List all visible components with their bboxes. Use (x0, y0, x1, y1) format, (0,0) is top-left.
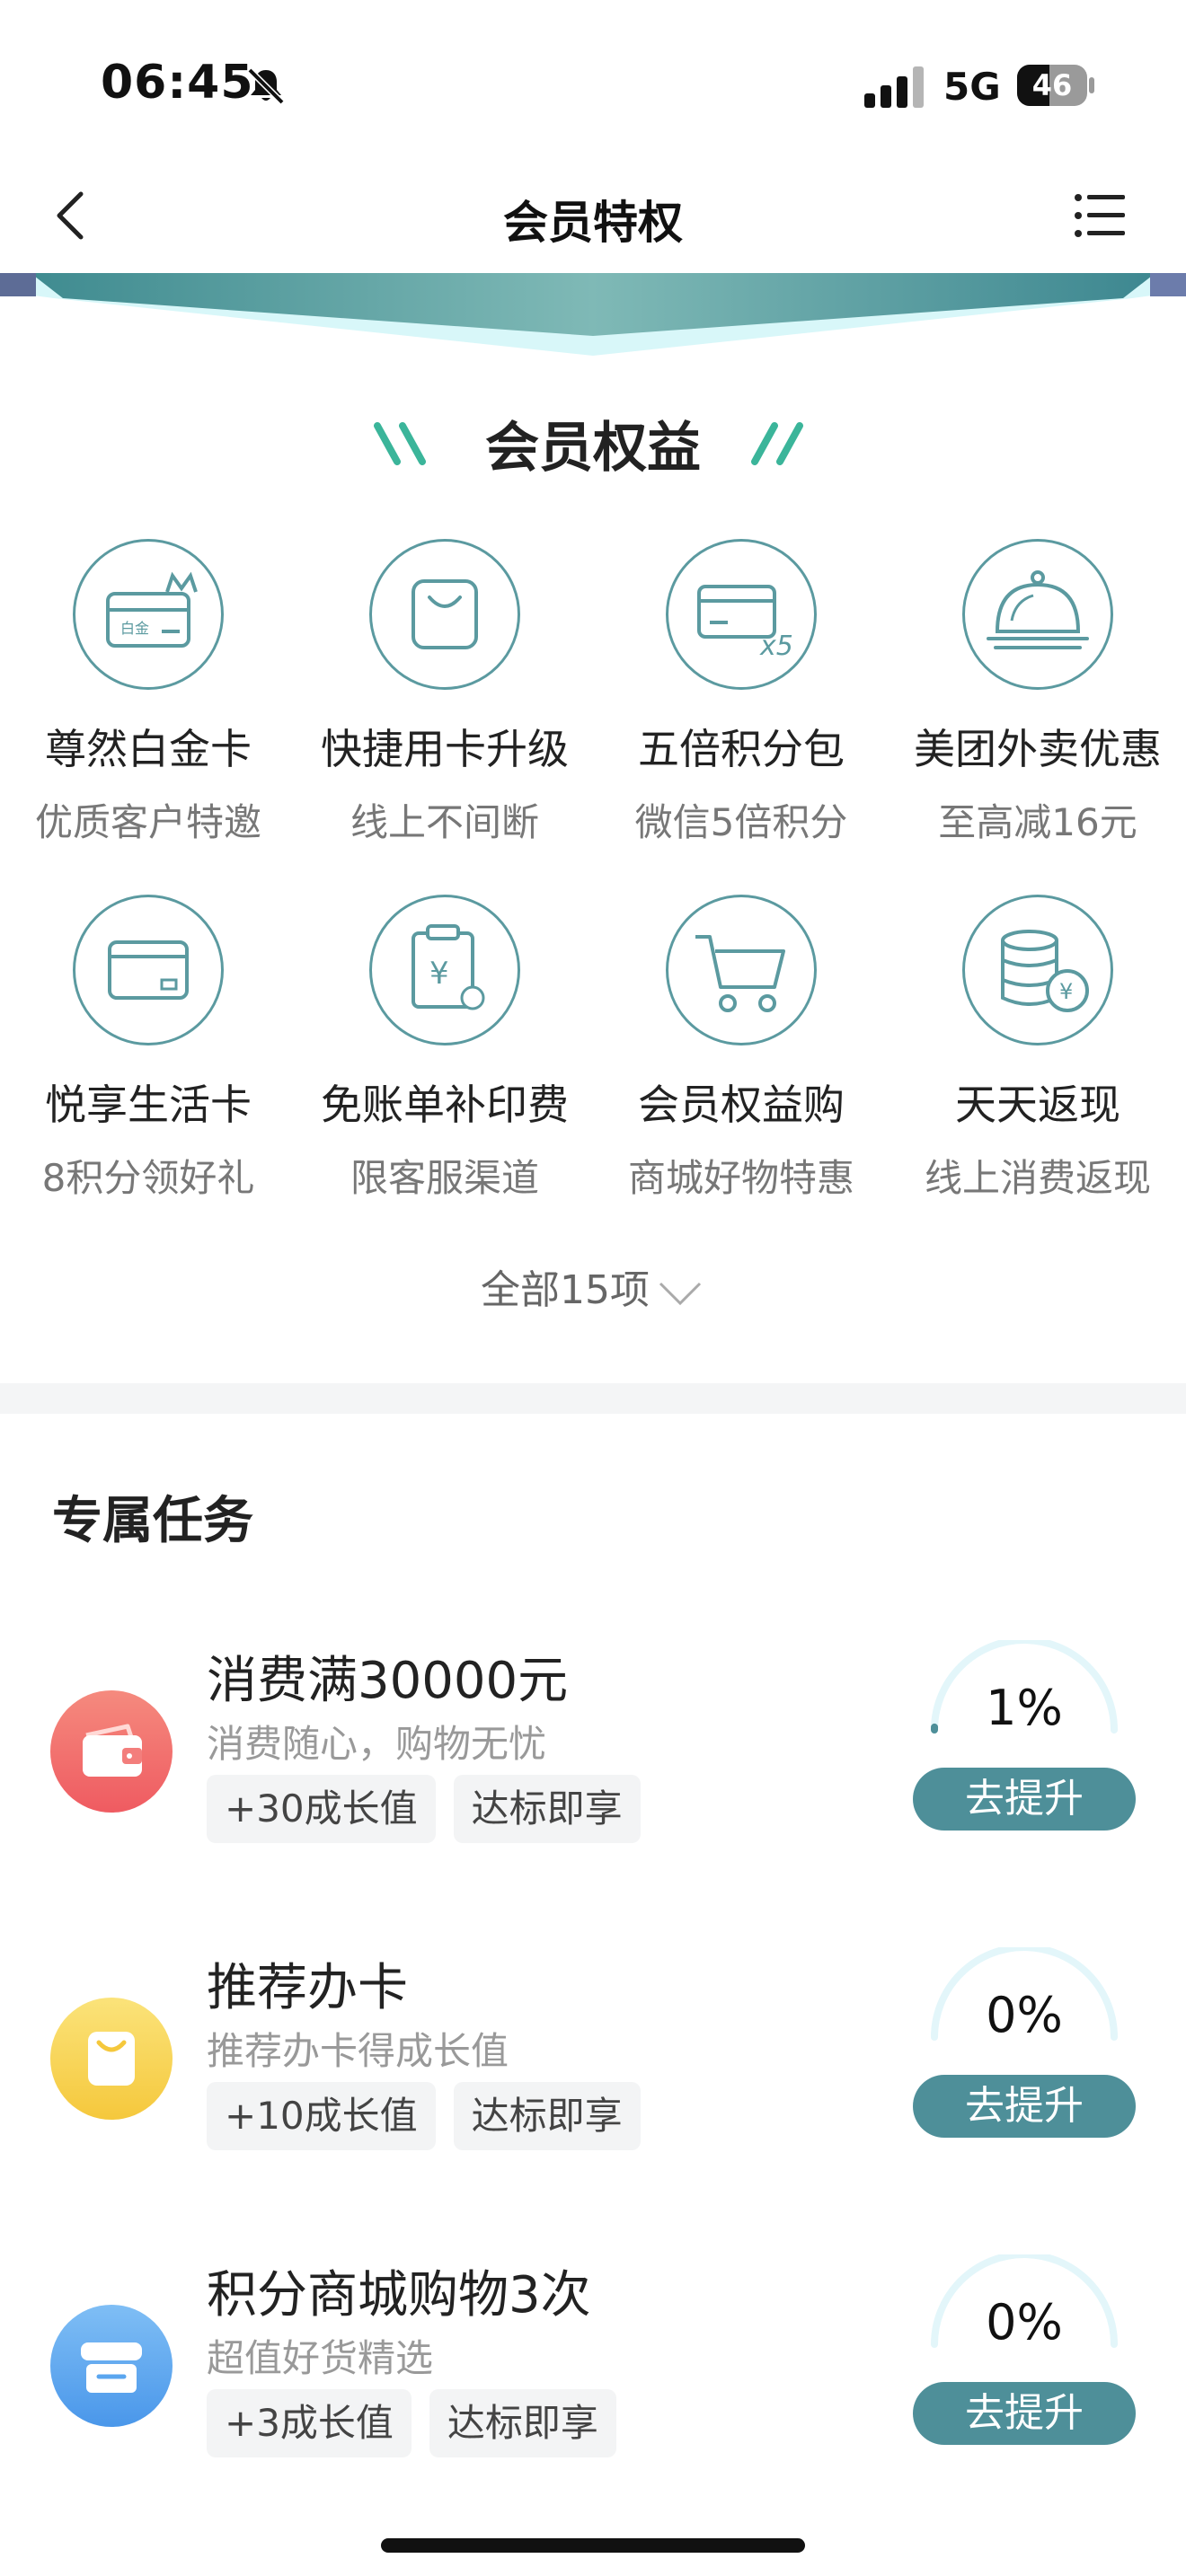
benefit-platinum-card[interactable]: 白金 尊然白金卡 优质客户特邀 (0, 539, 296, 880)
benefit-subtitle: 线上消费返现 (924, 1156, 1151, 1200)
task-tags: +30成长值 达标即享 (207, 1775, 641, 1843)
coins-stack-icon: ¥ (1001, 930, 1089, 1012)
food-cloche-icon (987, 570, 1089, 649)
task-item: 消费满30000元 消费随心，购物无忧 +30成长值 达标即享 1% 去提升 (0, 1640, 1186, 1910)
benefit-quick-upgrade[interactable]: 快捷用卡升级 线上不间断 (296, 539, 593, 880)
benefit-life-card[interactable]: 悦享生活卡 8积分领好礼 (0, 895, 296, 1236)
benefit-title: 天天返现 (955, 1081, 1120, 1129)
network-label: 5G (943, 65, 1001, 109)
improve-button[interactable]: 去提升 (913, 1768, 1136, 1831)
task-title: 推荐办卡 (207, 1959, 408, 2017)
card-x5-icon: x5 (697, 585, 793, 662)
shopping-bag-icon (412, 579, 478, 649)
benefit-title: 美团外卖优惠 (914, 725, 1162, 773)
improve-button[interactable]: 去提升 (913, 2382, 1136, 2445)
status-bar: 06:45 5G 46 (0, 0, 1186, 162)
benefit-five-points[interactable]: x5 五倍积分包 微信5倍积分 (593, 539, 890, 880)
shopping-cart-icon (695, 935, 785, 1012)
improve-button[interactable]: 去提升 (913, 2075, 1136, 2138)
task-desc: 推荐办卡得成长值 (207, 2029, 509, 2073)
task-tag-growth: +10成长值 (207, 2082, 436, 2150)
task-desc: 消费随心，购物无忧 (207, 1722, 547, 1766)
task-tags: +3成长值 达标即享 (207, 2389, 616, 2457)
benefit-subtitle: 8积分领好礼 (41, 1156, 255, 1200)
x5-icon-text: x5 (759, 631, 793, 662)
status-time: 06:45 (101, 56, 254, 110)
decor-slashes-right (751, 422, 803, 465)
show-all-label: 全部15项 (481, 1267, 650, 1313)
benefit-title: 快捷用卡升级 (321, 725, 569, 773)
section-divider (0, 1383, 1186, 1414)
benefit-subtitle: 商城好物特惠 (627, 1156, 854, 1200)
card-icon (108, 940, 189, 1000)
home-indicator[interactable] (381, 2538, 805, 2553)
nav-bar: 会员特权 (0, 162, 1186, 273)
benefit-subtitle: 线上不间断 (350, 800, 539, 844)
yen-icon-text: ¥ (429, 956, 449, 992)
benefit-meituan[interactable]: 美团外卖优惠 至高减16元 (890, 539, 1186, 880)
benefit-daily-cashback[interactable]: ¥ 天天返现 线上消费返现 (890, 895, 1186, 1236)
store-icon (50, 2305, 173, 2427)
benefit-member-shopping[interactable]: 会员权益购 商城好物特惠 (593, 895, 890, 1236)
page: 06:45 5G 46 会员特权 会员权益 白金 尊然白金卡 优质客户特邀 快捷… (0, 0, 1186, 2576)
platinum-card-icon: 白金 (106, 571, 198, 648)
task-tag-growth: +30成长值 (207, 1775, 436, 1843)
benefits-header: 会员权益 (0, 395, 1186, 485)
battery-icon: 46 (1017, 65, 1094, 106)
benefit-subtitle: 至高减16元 (938, 800, 1137, 844)
yen-coin-text: ¥ (1059, 979, 1073, 1004)
task-desc: 超值好货精选 (207, 2336, 434, 2380)
benefit-title: 五倍积分包 (638, 725, 845, 773)
task-tags: +10成长值 达标即享 (207, 2082, 641, 2150)
task-tag-reward: 达标即享 (429, 2389, 616, 2457)
benefit-title: 会员权益购 (638, 1081, 845, 1129)
benefit-title: 悦享生活卡 (45, 1081, 252, 1129)
task-item: 积分商城购物3次 超值好货精选 +3成长值 达标即享 0% 去提升 (0, 2254, 1186, 2524)
list-menu-button[interactable] (1073, 190, 1127, 241)
benefit-title: 免账单补印费 (321, 1081, 569, 1129)
task-icon-circle (50, 1690, 173, 1813)
task-title: 积分商城购物3次 (207, 2266, 591, 2325)
benefits-title: 会员权益 (485, 417, 701, 480)
task-item: 推荐办卡 推荐办卡得成长值 +10成长值 达标即享 0% 去提升 (0, 1947, 1186, 2217)
task-tag-reward: 达标即享 (453, 2082, 641, 2150)
task-icon-circle (50, 1998, 173, 2120)
task-tag-growth: +3成长值 (207, 2389, 412, 2457)
task-tag-reward: 达标即享 (453, 1775, 641, 1843)
signal-icon (864, 66, 924, 108)
show-all-benefits[interactable]: 全部15项 (0, 1257, 1186, 1315)
bag-icon (50, 1998, 173, 2120)
benefit-subtitle: 优质客户特邀 (34, 800, 261, 844)
progress-value: 0% (986, 1987, 1063, 2043)
page-title: 会员特权 (503, 197, 683, 249)
task-title: 消费满30000元 (207, 1652, 569, 1710)
benefit-title: 尊然白金卡 (45, 725, 252, 773)
tasks-title: 专属任务 (52, 1492, 253, 1550)
task-icon-circle (50, 2305, 173, 2427)
member-banner (0, 273, 1186, 374)
bill-clipboard-icon: ¥ (412, 924, 485, 1010)
progress-value: 1% (986, 1680, 1063, 1736)
chevron-down-icon (659, 1282, 702, 1306)
bell-muted-icon (247, 67, 285, 105)
platinum-icon-text: 白金 (120, 620, 149, 637)
benefit-subtitle: 限客服渠道 (350, 1156, 539, 1200)
benefit-subtitle: 微信5倍积分 (634, 800, 848, 844)
benefit-bill-reprint[interactable]: ¥ 免账单补印费 限客服渠道 (296, 895, 593, 1236)
progress-value: 0% (986, 2294, 1063, 2351)
wallet-icon (50, 1690, 173, 1813)
battery-level: 46 (1031, 68, 1073, 102)
